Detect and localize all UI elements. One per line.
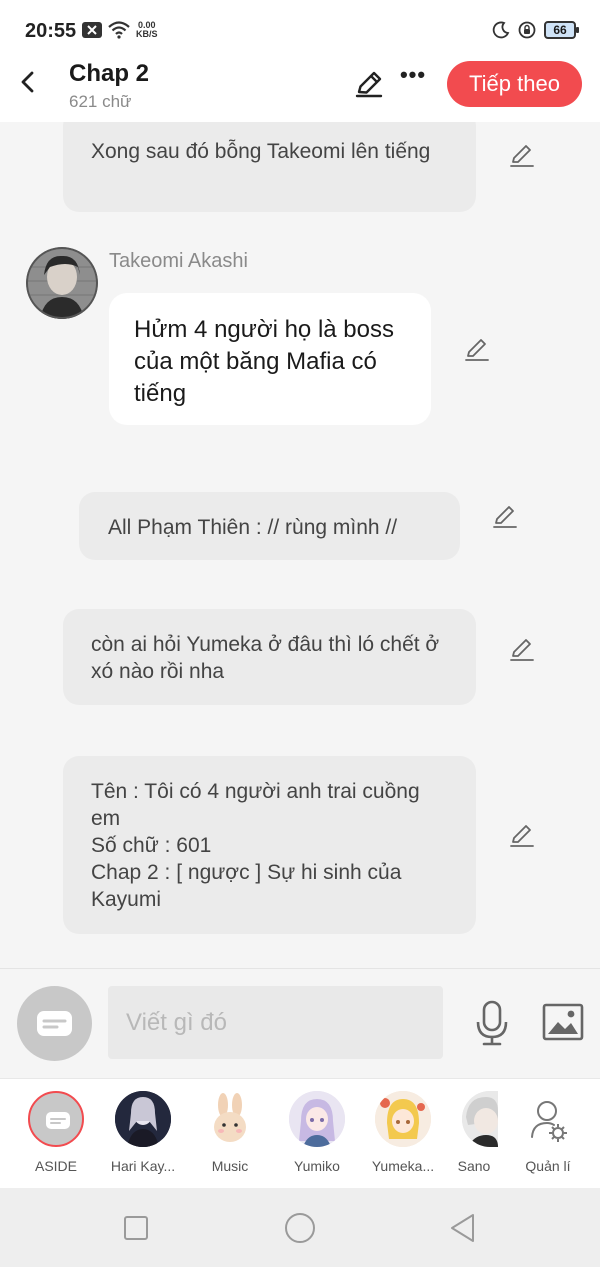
tray-item-hari[interactable]: Hari Kay...: [100, 1091, 186, 1174]
pencil-icon[interactable]: [353, 68, 385, 100]
aside-icon: [28, 1091, 84, 1147]
avatar: [462, 1091, 498, 1147]
person-gear-icon: [520, 1091, 576, 1147]
pencil-icon[interactable]: [508, 142, 536, 170]
notification-icon: [82, 22, 102, 38]
narration-bubble[interactable]: Xong sau đó bỗng Takeomi lên tiếng: [63, 122, 476, 212]
aside-toggle-button[interactable]: [17, 986, 92, 1061]
status-left-icons: 0.00 KB/S: [82, 21, 158, 39]
narration-bubble[interactable]: còn ai hỏi Yumeka ở đâu thì ló chết ở xó…: [63, 609, 476, 705]
tray-item-label: Hari Kay...: [110, 1158, 176, 1174]
status-time: 20:55: [25, 20, 77, 42]
page-title: Chap 2: [69, 60, 150, 87]
word-count: 621 chữ: [69, 92, 132, 111]
message-line: Số chữ : 601: [91, 834, 212, 857]
battery-indicator: 66: [544, 21, 579, 39]
microphone-icon[interactable]: [474, 999, 510, 1047]
avatar[interactable]: [26, 247, 98, 319]
moon-icon: [492, 21, 510, 39]
wifi-icon: [108, 21, 130, 39]
next-chapter-button[interactable]: Tiếp theo: [447, 61, 582, 107]
chat-area[interactable]: Xong sau đó bỗng Takeomi lên tiếng Takeo…: [0, 122, 600, 968]
narration-bubble[interactable]: Tên : Tôi có 4 người anh trai cuồng em S…: [63, 756, 476, 934]
character-tray: ASIDE Hari Kay... Music Yumiko Yumeka...…: [0, 1078, 600, 1188]
message-input[interactable]: [108, 986, 443, 1059]
tray-item-label: ASIDE: [34, 1158, 77, 1174]
tray-item-music[interactable]: Music: [187, 1091, 273, 1174]
more-icon[interactable]: •••: [398, 64, 428, 96]
tray-item-yumiko[interactable]: Yumiko: [274, 1091, 360, 1174]
rotation-lock-icon: [518, 21, 536, 39]
message-text: Hửm 4 người họ là boss của một băng Mafi…: [134, 316, 394, 407]
chapter-header: Chap 2 621 chữ ••• Tiếp theo: [0, 60, 600, 122]
avatar: [289, 1091, 345, 1147]
net-speed-unit: KB/S: [136, 29, 158, 39]
avatar: [375, 1091, 431, 1147]
character-portrait: [26, 247, 98, 319]
dialogue-bubble[interactable]: Hửm 4 người họ là boss của một băng Mafi…: [109, 293, 431, 425]
message-line: Tên : Tôi có 4 người anh trai cuồng em: [91, 780, 420, 830]
circle-icon[interactable]: [282, 1210, 318, 1246]
net-speed: 0.00 KB/S: [136, 21, 158, 39]
message-icon: [37, 1011, 72, 1036]
status-right-icons: 66: [492, 21, 579, 39]
chevron-left-icon[interactable]: [14, 66, 42, 98]
pencil-icon[interactable]: [508, 636, 536, 664]
tray-item-label: Yumiko: [294, 1158, 340, 1174]
image-icon[interactable]: [542, 1003, 584, 1041]
message-line: Chap 2 : [ ngược ] Sự hi sinh của Kayumi: [91, 861, 402, 911]
message-text: còn ai hỏi Yumeka ở đâu thì ló chết ở xó…: [91, 633, 440, 683]
tray-item-aside[interactable]: ASIDE: [13, 1091, 99, 1174]
avatar: [202, 1091, 258, 1147]
pencil-icon[interactable]: [463, 336, 491, 364]
message-text: Xong sau đó bỗng Takeomi lên tiếng: [91, 140, 431, 163]
triangle-back-icon[interactable]: [446, 1210, 482, 1246]
pencil-icon[interactable]: [491, 503, 519, 531]
square-icon[interactable]: [118, 1210, 154, 1246]
narration-bubble[interactable]: All Phạm Thiên : // rùng mình //: [79, 492, 460, 560]
avatar: [115, 1091, 171, 1147]
tray-item-label: Music: [211, 1158, 249, 1174]
tray-item-label: Quản lí: [525, 1158, 571, 1174]
tray-item-manage[interactable]: Quản lí: [505, 1091, 591, 1174]
system-nav-bar: [0, 1188, 600, 1267]
message-text: All Phạm Thiên : // rùng mình //: [108, 516, 398, 539]
pencil-icon[interactable]: [508, 822, 536, 850]
composer: [0, 968, 600, 1078]
status-bar: 20:55 0.00 KB/S 66: [0, 0, 600, 60]
speaker-name: Takeomi Akashi: [109, 250, 248, 272]
